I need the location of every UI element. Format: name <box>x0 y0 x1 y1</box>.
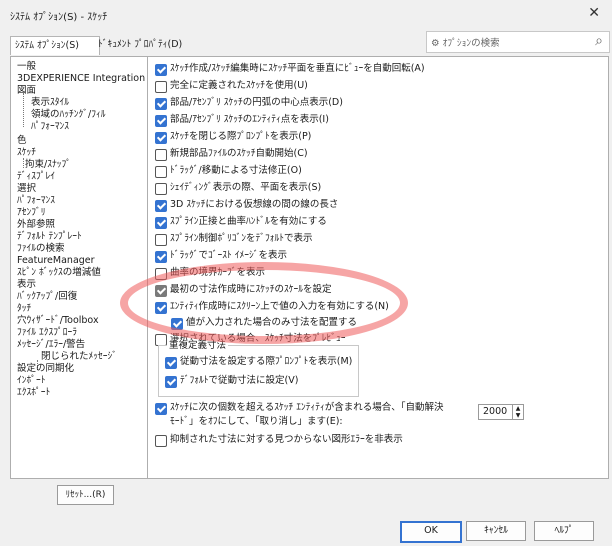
checkbox-unchecked[interactable] <box>155 166 167 178</box>
tree-item-3dexperience[interactable]: 3DEXPERIENCE Integration <box>17 73 145 85</box>
cancel-button[interactable]: ｷｬﾝｾﾙ <box>466 521 526 541</box>
search-icon[interactable]: ⌕ <box>595 33 603 49</box>
tree-item-colors[interactable]: 色 <box>17 135 27 147</box>
tree-item-drawing-performance[interactable]: ﾊﾟﾌｫｰﾏﾝｽ <box>31 121 69 133</box>
option-label: ﾄﾞﾗｯｸﾞ/移動による寸法修正(O) <box>170 165 302 176</box>
tree-item-import[interactable]: ｲﾝﾎﾟｰﾄ <box>17 375 46 387</box>
tree-connector <box>23 158 24 168</box>
tree-item-relations-snaps[interactable]: 拘束/ｽﾅｯﾌﾟ <box>25 159 71 171</box>
option-label: 抑制された寸法に対する見つからない図形ｴﾗｰを非表示 <box>170 434 403 445</box>
tree-item-touch[interactable]: ﾀｯﾁ <box>17 303 31 315</box>
tree-item-messages-errors-warnings[interactable]: ﾒｯｾｰｼﾞ/ｴﾗｰ/警告 <box>17 339 85 351</box>
option-label: ｽﾌﾟﾗｲﾝ制御ﾎﾟﾘｺﾞﾝをﾃﾞﾌｫﾙﾄで表示 <box>170 233 313 244</box>
group-title: 重複定義寸法 <box>167 340 229 351</box>
option-label: 3D ｽｹｯﾁにおける仮想線の間の線の長さ <box>170 199 339 210</box>
tree-item-display-style[interactable]: 表示ｽﾀｲﾙ <box>31 97 69 109</box>
option-label: ｽﾌﾟﾗｲﾝ正接と曲率ﾊﾝﾄﾞﾙを有効にする <box>170 216 327 227</box>
ok-button[interactable]: OK <box>400 521 462 543</box>
checkbox-unchecked[interactable] <box>155 435 167 447</box>
checkbox-checked[interactable] <box>155 132 167 144</box>
tree-item-assemblies[interactable]: ｱｾﾝﾌﾞﾘ <box>17 207 46 219</box>
tree-item-performance[interactable]: ﾊﾟﾌｫｰﾏﾝｽ <box>17 195 55 207</box>
checkbox-checked[interactable] <box>155 64 167 76</box>
tree-item-selection[interactable]: 選択 <box>17 183 36 195</box>
tree-item-external-references[interactable]: 外部参照 <box>17 219 55 231</box>
option-label: 最初の寸法作成時にｽｹｯﾁのｽｹｰﾙを設定 <box>170 284 332 295</box>
option-label: ﾄﾞﾗｯｸﾞでｺﾞｰｽﾄ ｲﾒｰｼﾞを表示 <box>170 250 288 261</box>
overdefined-dimensions-group: 重複定義寸法 従動寸法を設定する際ﾌﾟﾛﾝﾌﾟﾄを表示(M) ﾃﾞﾌｫﾙﾄで従動… <box>158 340 359 397</box>
checkbox-checked[interactable] <box>155 98 167 110</box>
tree-item-sketch[interactable]: ｽｹｯﾁ <box>17 147 36 159</box>
tree-item-file-locations[interactable]: ﾌｧｲﾙの検索 <box>17 243 65 255</box>
auto-solve-line-2: ﾓｰﾄﾞ」をｵﾌにして、「取り消し」ます(E): <box>170 416 343 427</box>
option-label: 部品/ｱｾﾝﾌﾞﾘ ｽｹｯﾁのｴﾝﾃｨﾃｨ点を表示(I) <box>170 114 329 125</box>
reset-button[interactable]: ﾘｾｯﾄ...(R) <box>57 485 114 505</box>
tree-connector <box>23 93 24 127</box>
options-tree[interactable]: 一般 3DEXPERIENCE Integration 図面 表示ｽﾀｲﾙ 領域… <box>10 56 148 479</box>
tree-item-default-templates[interactable]: ﾃﾞﾌｫﾙﾄ ﾃﾝﾌﾟﾚｰﾄ <box>17 231 82 243</box>
checkbox-checked[interactable] <box>165 376 177 388</box>
option-label: 新規部品ﾌｧｲﾙのｽｹｯﾁ自動開始(C) <box>170 148 308 159</box>
tree-item-dismissed-messages[interactable]: 閉じられたﾒｯｾｰｼﾞ <box>41 351 117 363</box>
checkbox-checked[interactable] <box>155 217 167 229</box>
option-label: 完全に定義されたｽｹｯﾁを使用(U) <box>170 80 308 91</box>
option-label: ｽｹｯﾁ作成/ｽｹｯﾁ編集時にｽｹｯﾁ平面を垂直にﾋﾞｭｰを自動回転(A) <box>170 63 425 74</box>
tree-item-export[interactable]: ｴｸｽﾎﾟｰﾄ <box>17 387 50 399</box>
tree-item-backup-recover[interactable]: ﾊﾞｯｸｱｯﾌﾟ/回復 <box>17 291 77 303</box>
checkbox-checked[interactable] <box>155 302 167 314</box>
option-label: ｽｹｯﾁに次の個数を超えるｽｹｯﾁ ｴﾝﾃｨﾃｨが含まれる場合、「自動解決 ﾓｰ… <box>170 401 444 429</box>
tree-item-general[interactable]: 一般 <box>17 61 36 73</box>
search-placeholder: ⚙ ｵﾌﾟｼｮﾝの検索 <box>431 35 500 49</box>
checkbox-checked[interactable] <box>155 285 167 297</box>
option-label: 従動寸法を設定する際ﾌﾟﾛﾝﾌﾟﾄを表示(M) <box>180 356 353 367</box>
sketch-options-panel: ｽｹｯﾁ作成/ｽｹｯﾁ編集時にｽｹｯﾁ平面を垂直にﾋﾞｭｰを自動回転(A) 完全… <box>147 56 609 479</box>
tree-item-featuremanager[interactable]: FeatureManager <box>17 255 95 267</box>
option-label: ｼｪｲﾃﾞｨﾝｸﾞ表示の際、平面を表示(S) <box>170 182 322 193</box>
tree-item-area-hatch[interactable]: 領域のﾊｯﾁﾝｸﾞ/ﾌｨﾙ <box>31 109 105 121</box>
search-input[interactable]: ⚙ ｵﾌﾟｼｮﾝの検索 ⌕ <box>426 31 610 53</box>
option-label: ﾃﾞﾌｫﾙﾄで従動寸法に設定(V) <box>180 375 299 386</box>
option-label: 部品/ｱｾﾝﾌﾞﾘ ｽｹｯﾁの円弧の中心点表示(D) <box>170 97 343 108</box>
checkbox-unchecked[interactable] <box>155 149 167 161</box>
spinner-value: 2000 <box>483 406 508 417</box>
option-label: 値が入力された場合のみ寸法を配置する <box>186 317 358 328</box>
option-label: 曲率の境界ｶｰﾌﾞを表示 <box>170 267 266 278</box>
tree-item-synchronize-settings[interactable]: 設定の同期化 <box>17 363 74 375</box>
checkbox-checked[interactable] <box>165 357 177 369</box>
tree-item-display[interactable]: ﾃﾞｨｽﾌﾟﾚｲ <box>17 171 55 183</box>
tab-system-options[interactable]: ｼｽﾃﾑ ｵﾌﾟｼｮﾝ(S) <box>10 36 100 55</box>
window-title: ｼｽﾃﾑ ｵﾌﾟｼｮﾝ(S) - ｽｹｯﾁ <box>10 12 108 23</box>
checkbox-unchecked[interactable] <box>155 81 167 93</box>
auto-solve-value-spinner[interactable]: 2000 ▲ ▼ <box>478 404 524 420</box>
checkbox-unchecked[interactable] <box>155 183 167 195</box>
tree-item-view[interactable]: 表示 <box>17 279 36 291</box>
tab-document-properties[interactable]: ﾄﾞｷｭﾒﾝﾄ ﾌﾟﾛﾊﾟﾃｨ(D) <box>94 36 186 54</box>
checkbox-checked[interactable] <box>171 318 183 330</box>
checkbox-unchecked[interactable] <box>155 234 167 246</box>
title-bar: ｼｽﾃﾑ ｵﾌﾟｼｮﾝ(S) - ｽｹｯﾁ ✕ <box>0 0 612 28</box>
tree-item-drawings[interactable]: 図面 <box>17 85 36 97</box>
checkbox-checked[interactable] <box>155 115 167 127</box>
checkbox-checked[interactable] <box>155 403 167 415</box>
checkbox-unchecked[interactable] <box>155 268 167 280</box>
spinner-arrows-icon[interactable]: ▲ ▼ <box>512 405 523 419</box>
auto-solve-line-1: ｽｹｯﾁに次の個数を超えるｽｹｯﾁ ｴﾝﾃｨﾃｨが含まれる場合、「自動解決 <box>170 402 444 413</box>
checkbox-checked[interactable] <box>155 251 167 263</box>
help-button[interactable]: ﾍﾙﾌﾟ <box>534 521 594 541</box>
checkbox-checked[interactable] <box>155 200 167 212</box>
search-placeholder-text: ｵﾌﾟｼｮﾝの検索 <box>442 38 500 49</box>
option-label: ｽｹｯﾁを閉じる際ﾌﾟﾛﾝﾌﾟﾄを表示(P) <box>170 131 312 142</box>
tree-item-hole-wizard-toolbox[interactable]: 穴ｳｨｻﾞｰﾄﾞ/Toolbox <box>17 315 99 327</box>
close-icon[interactable]: ✕ <box>588 5 600 21</box>
option-label: ｴﾝﾃｨﾃｨ作成時にｽｸﾘｰﾝ上で値の入力を有効にする(N) <box>170 301 389 312</box>
tree-item-file-explorer[interactable]: ﾌｧｲﾙ ｴｸｽﾌﾟﾛｰﾗ <box>17 327 77 339</box>
tree-item-spin-box-increments[interactable]: ｽﾋﾟﾝ ﾎﾞｯｸｽの増減値 <box>17 267 101 279</box>
gear-icon: ⚙ <box>431 38 440 49</box>
